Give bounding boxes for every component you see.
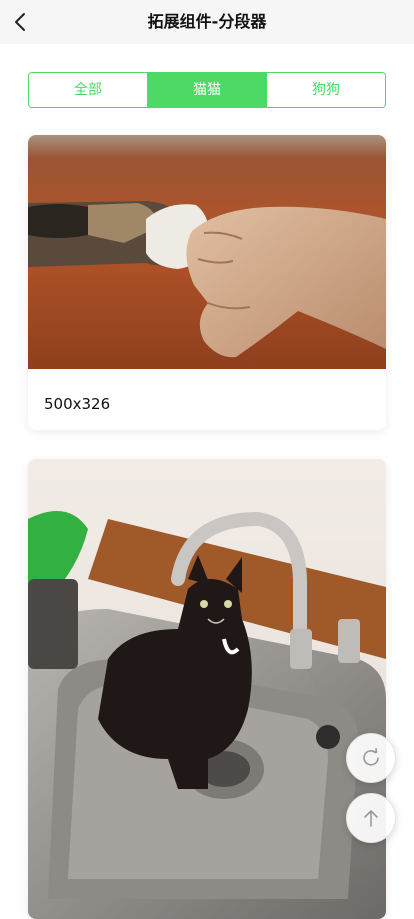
segment-cats[interactable]: 猫猫 xyxy=(147,73,266,107)
segment-all[interactable]: 全部 xyxy=(29,73,147,107)
image-size-label: 500x326 xyxy=(44,395,111,413)
black-kitten-in-sink-photo xyxy=(28,459,386,919)
cat-paw-fist-bump-photo xyxy=(28,135,386,369)
back-to-top-button[interactable] xyxy=(346,793,396,843)
image-card[interactable] xyxy=(28,459,386,919)
nav-bar: 拓展组件-分段器 xyxy=(0,0,414,44)
segment-dogs[interactable]: 狗狗 xyxy=(266,73,385,107)
refresh-button[interactable] xyxy=(346,733,396,783)
arrow-up-icon xyxy=(364,810,378,827)
page-title: 拓展组件-分段器 xyxy=(147,12,267,31)
image-card[interactable]: 500x326 xyxy=(28,135,386,430)
segmented-control: 全部 猫猫 狗狗 xyxy=(28,72,386,108)
refresh-icon xyxy=(363,748,379,766)
